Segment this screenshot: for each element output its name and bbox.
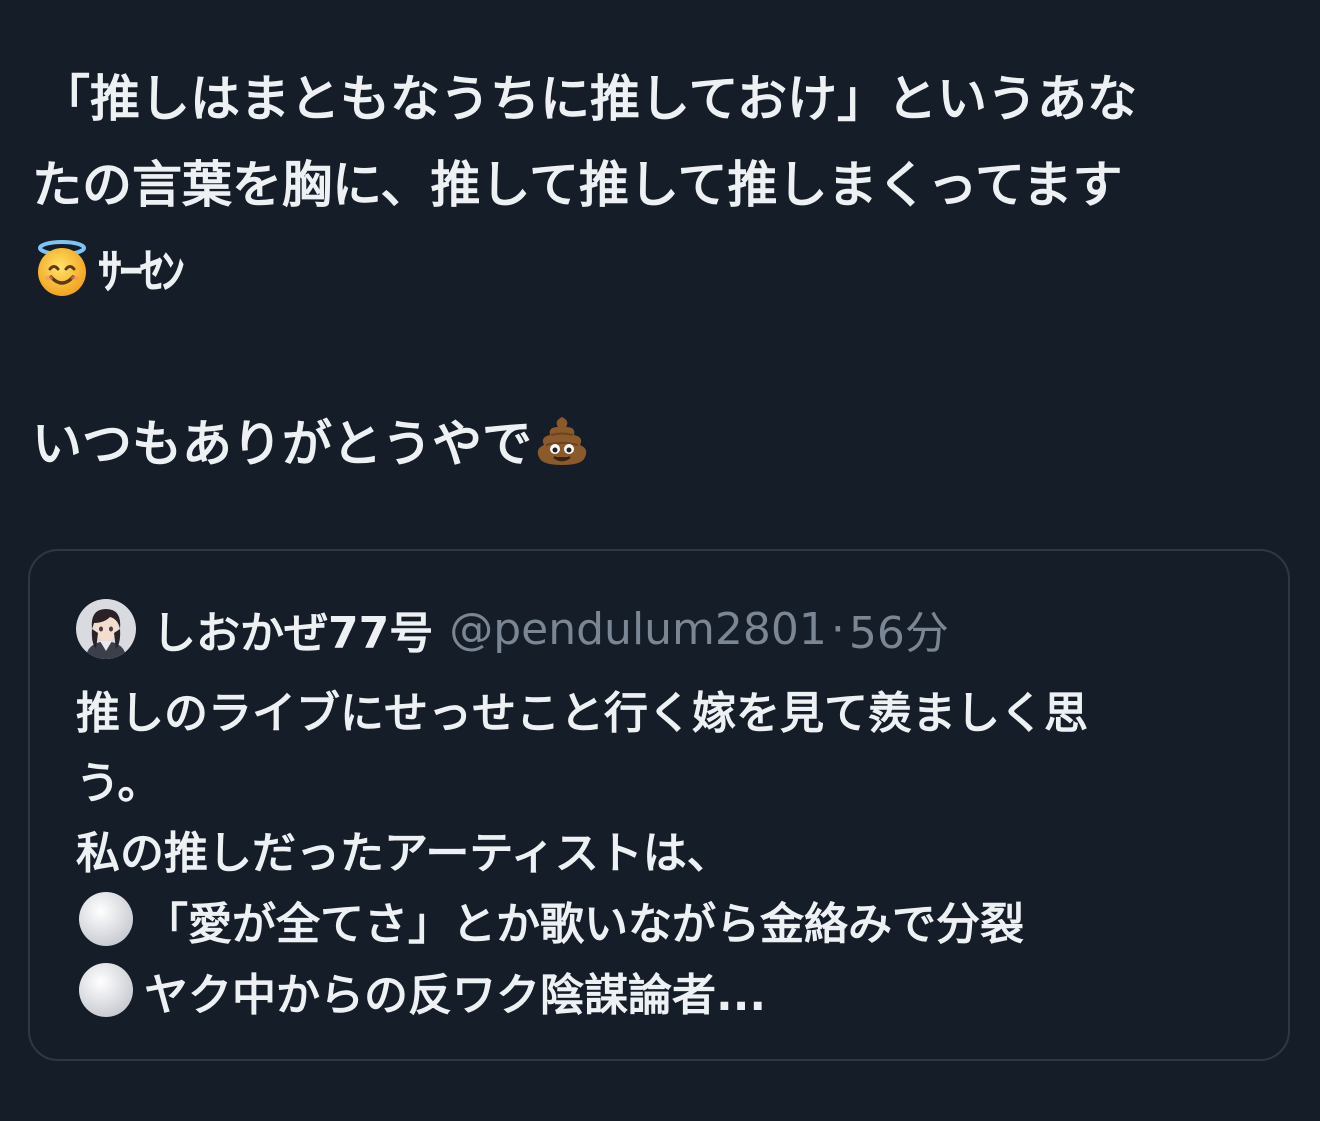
quoted-post-card[interactable]: しおかぜ77号 @pendulum2801 · 56分 推しのライブにせっせこと… [28,549,1290,1061]
quoted-post-body: 推しのライブにせっせこと行く嫁を見て羨ましく思 う。 私の推しだったアーティスト… [76,679,1256,1031]
quote-line-4: 「愛が全てさ」とか歌いながら金絡みで分裂 [76,889,1256,960]
quoted-post-header: しおかぜ77号 @pendulum2801 · 56分 [76,597,949,661]
quote-line-4-text: 「愛が全てさ」とか歌いながら金絡みで分裂 [144,899,1024,950]
separator-dot: · [830,603,845,655]
post-line-2: たの言葉を胸に、推して推して推しまくってます [32,156,1123,214]
author-handle[interactable]: @pendulum2801 [449,604,827,655]
pile-of-poo-icon [532,411,592,471]
quote-line-5: ヤク中からの反ワク陰謀論者... [76,960,1256,1031]
post-line-1: 「推しはまともなうちに推しておけ」というあな [40,70,1137,128]
white-circle-icon [76,960,136,1020]
post-text: 「推しはまともなうちに推しておけ」というあな たの言葉を胸に、推して推して推しま… [32,56,1282,487]
quote-line-1: 推しのライブにせっせこと行く嫁を見て羨ましく思 [76,688,1088,739]
white-circle-icon [76,889,136,949]
author-name[interactable]: しおかぜ77号 [152,597,433,661]
quote-line-3: 私の推しだったアーティストは、 [76,828,731,879]
avatar[interactable] [76,599,136,659]
smiling-face-with-halo-icon [32,238,92,298]
quote-line-2: う。 [76,758,162,809]
quote-line-5-text: ヤク中からの反ワク陰謀論者... [144,970,767,1021]
sasen-text: ｻｰｾﾝ [98,244,185,300]
post-time[interactable]: 56分 [849,597,949,661]
post-line-4: いつもありがとうやで [32,401,1282,487]
thanks-text: いつもありがとうやで [32,415,532,473]
post-line-3: ｻｰｾﾝ [32,228,1282,315]
